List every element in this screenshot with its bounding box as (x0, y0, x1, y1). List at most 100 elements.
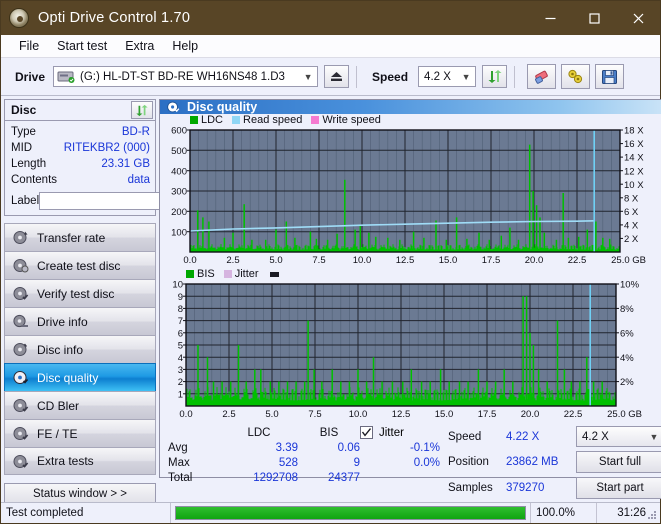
drive-value: (G:) HL-DT-ST BD-RE WH16NS48 1.D3 (80, 70, 285, 83)
disc-value: RITEKBR2 (000) (63, 142, 150, 154)
fe-te-icon (12, 425, 29, 442)
position-value: 23862 MB (506, 456, 559, 468)
svg-text:1: 1 (178, 389, 183, 400)
eject-button[interactable] (324, 65, 350, 88)
column-header-ldc: LDC (247, 426, 271, 439)
menu-help[interactable]: Help (163, 37, 207, 55)
minimize-button[interactable] (528, 1, 572, 35)
status-message: Test completed (1, 503, 171, 523)
statistics-area: LDC BIS Jitter Avg 3.39 0.06 -0.1% Max 5… (160, 422, 661, 499)
svg-text:10%: 10% (620, 280, 640, 291)
svg-text:2: 2 (178, 377, 183, 388)
svg-text:25.0 GB: 25.0 GB (607, 409, 642, 420)
bis-chart-legend: BIS Jitter (160, 268, 661, 280)
test-speed-value: 4.2 X (582, 430, 609, 443)
svg-text:8%: 8% (620, 304, 634, 315)
erase-button[interactable] (527, 64, 557, 89)
svg-text:0.0: 0.0 (179, 409, 192, 420)
svg-text:6 X: 6 X (624, 207, 639, 218)
menu-start-test[interactable]: Start test (48, 37, 116, 55)
legend-label: Jitter (234, 268, 259, 280)
drive-info-icon (12, 313, 29, 330)
svg-text:8: 8 (178, 304, 183, 315)
start-part-button[interactable]: Start part (576, 477, 661, 499)
sidebar-item-drive-info[interactable]: Drive info (4, 307, 156, 335)
disc-quality-icon (166, 100, 180, 114)
jitter-checkbox[interactable] (360, 426, 373, 439)
disc-row-type: Type BD-R (11, 124, 150, 140)
sidebar-item-verify-test-disc[interactable]: Verify test disc (4, 279, 156, 307)
progress-bar (175, 506, 526, 520)
chevron-down-icon[interactable]: ▼ (299, 72, 317, 82)
samples-value: 379270 (506, 482, 545, 494)
disc-value: BD-R (121, 126, 150, 138)
bis-chart: 10 9 8 7 6 5 4 3 2 1 10% 8% 6% 4% 2% 0.0 2.5 5.0 7.5 10.0 12… (160, 280, 661, 422)
column-header-bis: BIS (319, 426, 339, 439)
sidebar-item-disc-quality[interactable]: Disc quality (4, 363, 156, 391)
speed-readout-value: 4.22 X (506, 430, 540, 443)
disc-value: 23.31 GB (101, 158, 150, 170)
svg-text:10.0: 10.0 (349, 409, 368, 420)
disc-write-icon (12, 257, 29, 274)
extra-tests-icon (12, 453, 29, 470)
tools-button[interactable] (561, 64, 591, 89)
jitter-label: Jitter (379, 426, 404, 439)
svg-text:4: 4 (178, 353, 183, 364)
svg-text:4 X: 4 X (624, 220, 639, 231)
speed-select[interactable]: 4.2 X ▼ (418, 66, 477, 87)
sidebar-item-extra-tests[interactable]: Extra tests (4, 447, 156, 475)
resize-grip-icon[interactable] (646, 509, 658, 521)
stat-avg-bis: 0.06 (337, 442, 360, 454)
progress-percent-text: 100.0% (531, 503, 597, 523)
legend-item-bis: BIS (186, 268, 215, 280)
svg-text:500: 500 (171, 146, 187, 157)
sidebar-item-label: Disc info (37, 342, 84, 357)
disc-label-caption: Label (11, 195, 40, 207)
menu-file[interactable]: File (10, 37, 48, 55)
svg-text:2.5: 2.5 (226, 255, 239, 266)
svg-text:20.0: 20.0 (521, 409, 540, 420)
legend-label: BIS (197, 268, 215, 280)
progress-cell (171, 503, 531, 523)
start-full-button[interactable]: Start full (576, 451, 661, 473)
sidebar-item-fe-te[interactable]: FE / TE (4, 419, 156, 447)
svg-text:18 X: 18 X (624, 126, 644, 137)
cd-bler-icon (12, 397, 29, 414)
svg-text:8 X: 8 X (624, 193, 639, 204)
svg-text:5: 5 (178, 341, 183, 352)
legend-swatch (311, 116, 320, 124)
svg-text:12.5: 12.5 (396, 255, 415, 266)
disc-info-icon (12, 341, 29, 358)
legend-swatch (190, 116, 198, 124)
close-button[interactable] (616, 1, 660, 35)
sidebar-item-label: Create test disc (37, 258, 121, 273)
sidebar-item-cd-bler[interactable]: CD Bler (4, 391, 156, 419)
sidebar-item-transfer-rate[interactable]: Transfer rate (4, 223, 156, 251)
menu-extra[interactable]: Extra (116, 37, 163, 55)
svg-text:22.5: 22.5 (568, 255, 587, 266)
disc-refresh-button[interactable] (131, 101, 153, 119)
sidebar-item-disc-info[interactable]: Disc info (4, 335, 156, 363)
sidebar-item-create-test-disc[interactable]: Create test disc (4, 251, 156, 279)
stat-total-ldc: 1292708 (253, 472, 298, 484)
svg-text:9: 9 (178, 292, 183, 303)
stat-max-ldc: 528 (278, 457, 298, 469)
chevron-down-icon[interactable]: ▼ (645, 432, 661, 442)
chevron-down-icon[interactable]: ▼ (457, 72, 475, 82)
ldc-chart-svg: 600 500 400 300 200 100 18 X 16 X 14 X 12 X 10 X 8 … (171, 126, 646, 266)
main-panel-title: Disc quality (187, 100, 258, 114)
statistics-grid: LDC BIS Jitter Avg 3.39 0.06 -0.1% Max 5… (168, 426, 446, 484)
app-window: Opti Drive Control 1.70 File Start test … (0, 0, 661, 524)
position-label: Position (448, 456, 489, 468)
drive-select[interactable]: (G:) HL-DT-ST BD-RE WH16NS48 1.D3 ▼ (53, 66, 319, 87)
save-button[interactable] (595, 64, 625, 89)
maximize-button[interactable] (572, 1, 616, 35)
samples-label: Samples (448, 482, 493, 494)
test-speed-select[interactable]: 4.2 X ▼ (576, 426, 661, 447)
svg-text:5.0: 5.0 (269, 255, 282, 266)
refresh-button[interactable] (482, 65, 508, 88)
svg-text:7: 7 (178, 316, 183, 327)
svg-text:600: 600 (171, 126, 187, 137)
sidebar-item-label: Transfer rate (37, 230, 106, 245)
sidebar-item-label: CD Bler (37, 398, 80, 413)
